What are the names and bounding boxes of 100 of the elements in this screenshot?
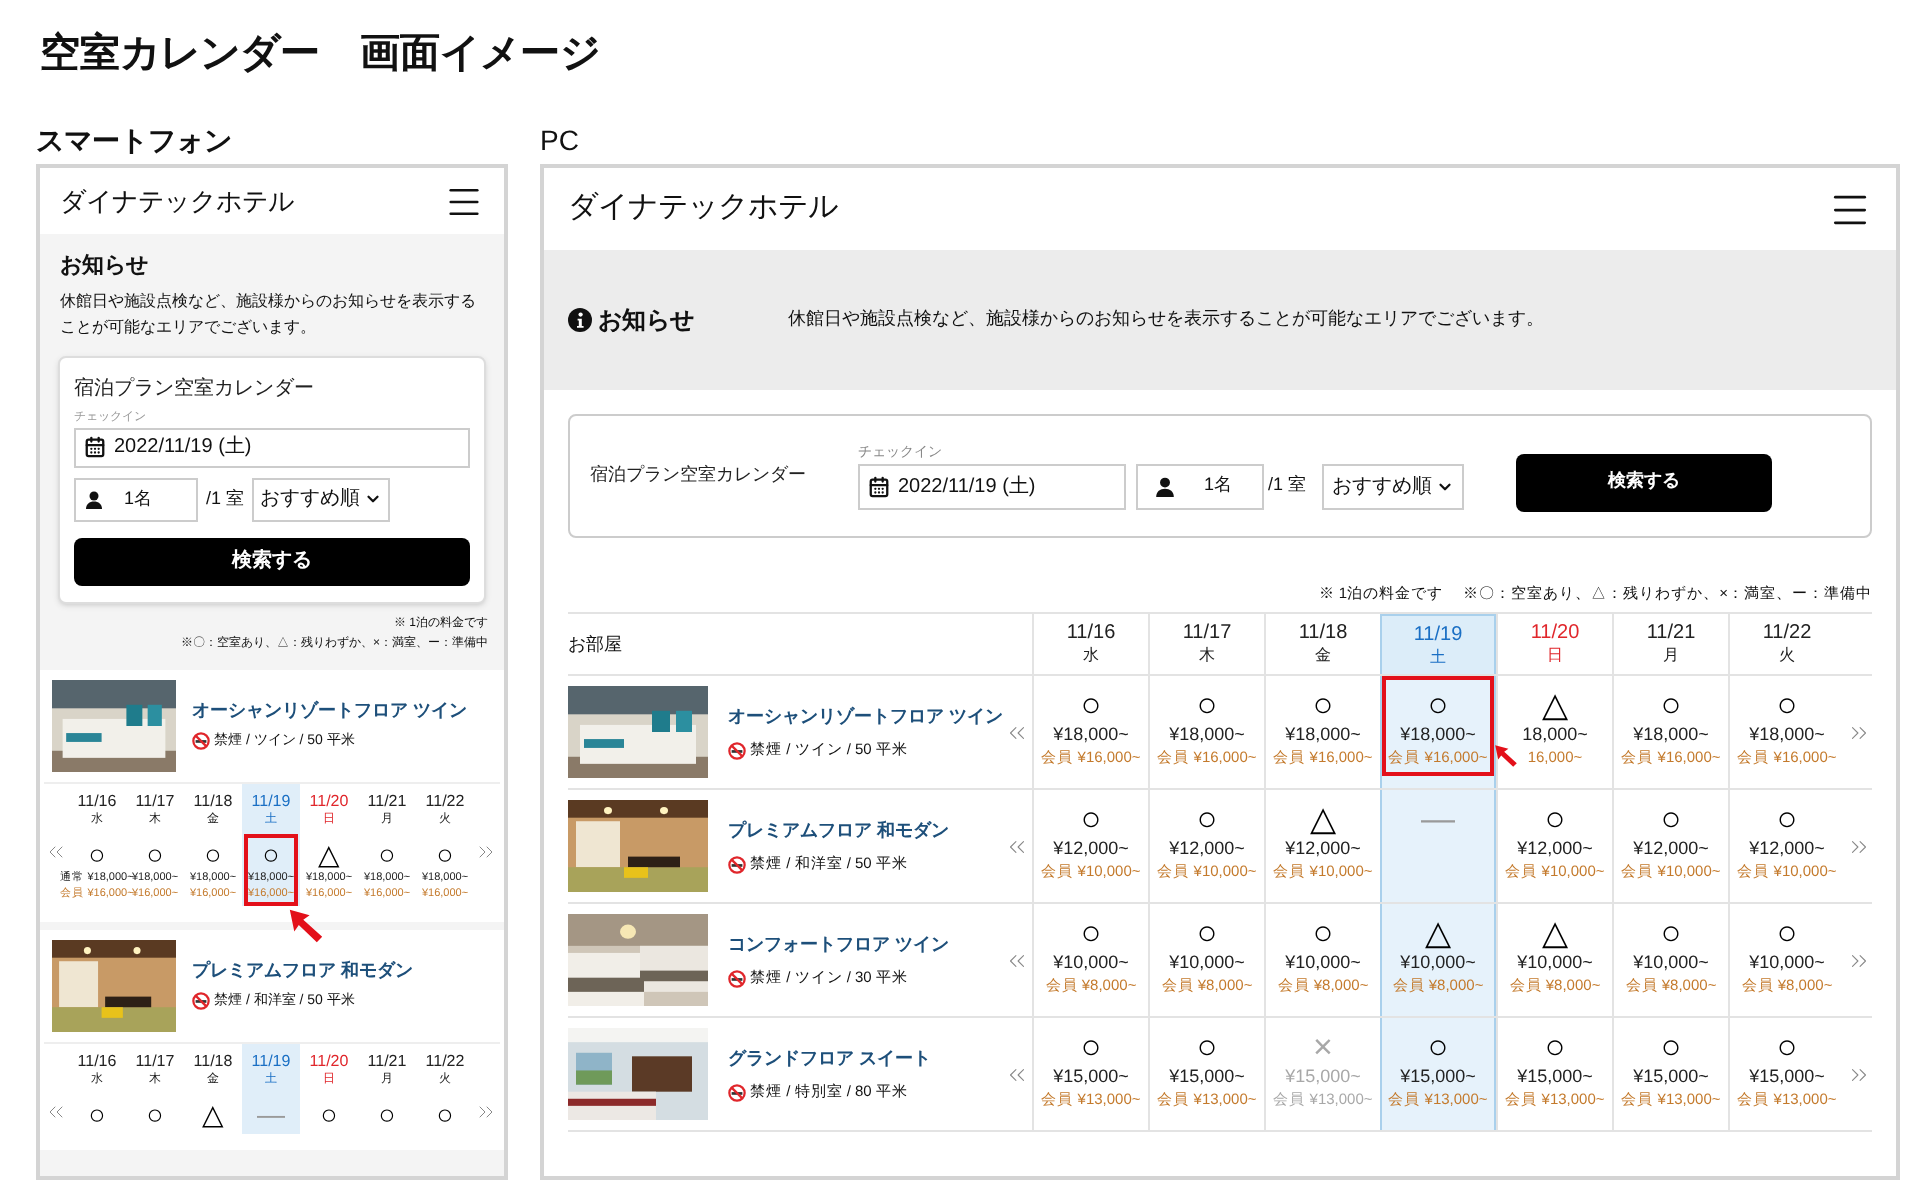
date-value: 2022/11/19 (土) [898,473,1036,501]
availability-symbol: ○ [1776,1028,1798,1067]
regular-price: ¥18,000~ [1749,724,1825,747]
regular-price: ¥12,000~ [1169,838,1245,861]
availability-symbol: ○ [1776,686,1798,725]
pointer-arrow-icon [1494,744,1518,769]
search-button[interactable]: 検索する [1516,453,1773,511]
notice-text: 休館日や施設点検など、施設様からのお知らせを表示することが可能なエリアでございます。 [788,306,1544,333]
room-name[interactable]: プレミアムフロア 和モダン [192,958,414,985]
availability-symbol: △ [1541,686,1568,725]
regular-price: ¥15,000~ [1053,1066,1129,1089]
no-smoking-icon [192,732,210,751]
regular-price: ¥18,000~ [1169,724,1245,747]
availability-symbol: ○ [1660,914,1682,953]
regular-price: ¥12,000~ [1749,838,1825,861]
availability-symbol: ○ [1196,686,1218,725]
regular-price: ¥10,000~ [1053,952,1129,975]
no-smoking-icon [728,855,746,873]
no-smoking-icon [728,741,746,759]
sort-select[interactable]: おすすめ順 [252,477,391,521]
search-title: 宿泊プラン空室カレンダー [590,462,808,489]
regular-price: ¥10,000~ [1285,952,1361,975]
regular-price: ¥15,000~ [1400,1066,1476,1089]
guest-field[interactable]: 1名 [74,477,198,521]
hotel-name: ダイナテックホテル [568,188,838,229]
availability-symbol: ○ [1196,914,1218,953]
regular-price: ¥18,000~ [1400,724,1476,747]
date-field[interactable]: 2022/11/19 (土) [858,463,1126,509]
availability-symbol: ○ [1660,686,1682,725]
regular-price: 18,000~ [1522,724,1588,747]
room-name[interactable]: オーシャンリゾートフロア ツイン [728,703,1004,731]
person-icon [1154,475,1176,497]
availability-symbol: ○ [1080,1028,1102,1067]
guest-count: 1名 [1204,472,1233,499]
page-title: 空室カレンダー 画面イメージ [38,29,602,80]
regular-price: ¥12,000~ [1285,838,1361,861]
no-smoking-icon [728,1083,746,1101]
date-header[interactable]: 11/22 火 [1728,614,1844,675]
availability-symbol: ○ [1776,800,1798,839]
day-date: 11/22 [425,1051,465,1071]
day-date: 11/17 [135,791,175,811]
availability-symbol: △ [318,837,340,869]
person-icon [84,489,104,509]
availability-symbol: △ [1425,914,1451,953]
date-header[interactable]: 11/20 日 [1496,614,1612,675]
day-date: 11/21 [367,791,407,811]
day-date: 11/19 [251,791,291,811]
notice-text: 休館日や施設点検など、施設様からのお知らせを表示することが可能なエリアでございます。 [60,289,478,339]
search-title: 宿泊プラン空室カレンダー [74,375,316,403]
notice-title: お知らせ [598,304,694,338]
day-date: 11/17 [135,1051,175,1071]
day-date: 11/20 [309,1051,349,1071]
guest-field[interactable]: 1名 [1136,463,1264,509]
regular-price: ¥15,000~ [1285,1066,1361,1089]
availability-symbol: ○ [436,837,454,869]
availability-symbol: △ [1542,914,1568,953]
room-name[interactable]: オーシャンリゾートフロア ツイン [192,698,468,725]
regular-price: ¥15,000~ [1517,1066,1593,1089]
availability-symbol: ○ [1544,800,1566,839]
availability-symbol: ○ [1196,800,1218,839]
room-name[interactable]: グランドフロア スイート [728,1045,1004,1073]
regular-price: ¥18,000~ [1285,724,1361,747]
regular-price: ¥18,000~ [1633,724,1709,747]
day-date: 11/22 [425,791,465,811]
availability-symbol: ○ [1660,1028,1682,1067]
regular-price: ¥10,000~ [1749,952,1825,975]
date-header[interactable]: 11/21 月 [1612,614,1728,675]
regular-price: ¥10,000~ [1400,952,1476,975]
guest-count: 1名 [124,485,153,512]
regular-price: ¥15,000~ [1169,1066,1245,1089]
availability-symbol: ○ [1196,1028,1218,1067]
no-smoking-icon [192,992,210,1011]
date-header[interactable]: 11/16 水 [1032,614,1148,675]
date-header[interactable]: 11/17 木 [1148,614,1264,675]
date-header[interactable]: 11/19 土 [1380,614,1496,675]
availability-symbol: ○ [1427,1028,1449,1067]
regular-price: ¥15,000~ [1633,1066,1709,1089]
search-button[interactable]: 検索する [74,537,470,585]
day-date: 11/16 [77,1051,117,1071]
room-count: /1 室 [1268,472,1307,499]
regular-price: ¥15,000~ [1749,1066,1825,1089]
room-name[interactable]: コンフォートフロア ツイン [728,931,1004,959]
availability-symbol: ○ [1427,686,1449,725]
day-date: 11/18 [193,791,233,811]
regular-price: ¥10,000~ [1633,952,1709,975]
availability-symbol: ○ [262,837,280,869]
no-smoking-icon [728,969,746,987]
regular-price: ¥12,000~ [1053,838,1129,861]
day-date: 11/19 [251,1051,291,1071]
availability-symbol: — [1421,800,1455,839]
regular-price: ¥12,000~ [1517,838,1593,861]
room-name[interactable]: プレミアムフロア 和モダン [728,817,1004,845]
day-date: 11/18 [193,1051,233,1071]
regular-price: ¥18,000~ [1053,724,1129,747]
availability-symbol: ○ [88,837,106,869]
sort-select[interactable]: おすすめ順 [1322,463,1465,509]
regular-price: ¥10,000~ [1169,952,1245,975]
date-field[interactable]: 2022/11/19 (土) [74,427,470,467]
availability-symbol: ○ [378,837,396,869]
hotel-name: ダイナテックホテル [60,183,294,220]
